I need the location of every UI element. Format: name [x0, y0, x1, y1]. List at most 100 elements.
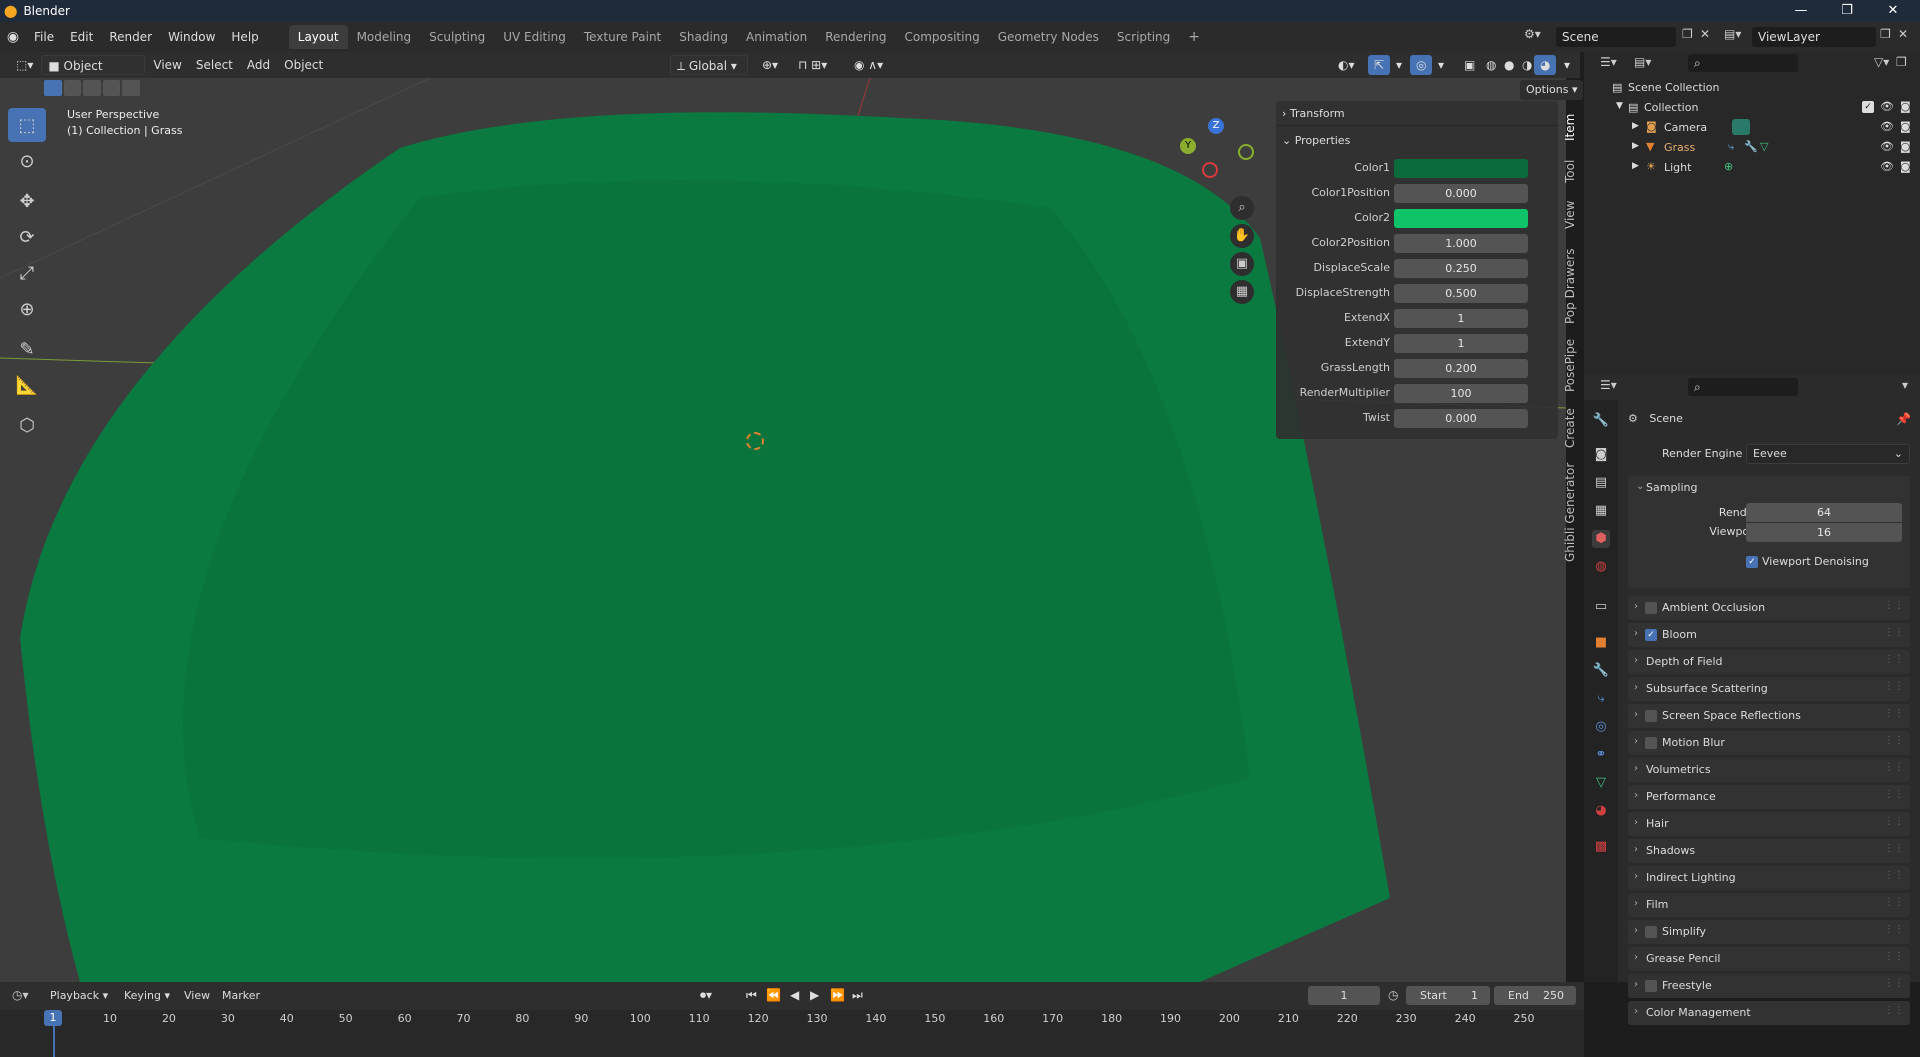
modifier-tab-icon[interactable]: 🔧	[1592, 662, 1610, 680]
expand-arrow-icon[interactable]: ▶	[1632, 161, 1639, 171]
3d-cursor-icon[interactable]	[746, 432, 764, 450]
collapse-arrow-icon[interactable]: ▼	[1616, 101, 1623, 111]
drag-handle-icon[interactable]: ⋮⋮	[1884, 978, 1904, 989]
select-menu[interactable]: Select	[190, 55, 239, 75]
render-tab-icon[interactable]: ◙	[1592, 446, 1610, 464]
restore-button[interactable]: ❐	[1824, 0, 1870, 22]
tab-sculpting[interactable]: Sculpting	[420, 25, 494, 49]
pivot-point-icon[interactable]: ⊕▾	[756, 55, 784, 75]
outliner-row-light[interactable]: ▶ ☀ Light ⊕ 👁 ◙	[1584, 158, 1920, 178]
rotate-tool-icon[interactable]: ⟳	[8, 220, 46, 254]
blender-menu-icon[interactable]: ◉	[0, 29, 26, 45]
scene-selector-icon[interactable]: ⚙▾	[1524, 27, 1541, 41]
start-frame-field[interactable]: Start 1	[1406, 986, 1490, 1005]
gizmo-x-icon[interactable]	[1202, 162, 1218, 178]
zoom-icon[interactable]: ⌕	[1230, 196, 1254, 220]
annotate-tool-icon[interactable]: ✎	[8, 332, 46, 366]
expand-arrow-icon[interactable]: ›	[1634, 709, 1638, 720]
playhead[interactable]: 1	[44, 1010, 62, 1026]
sidebar-tab-pop-drawers[interactable]: Pop Drawers	[1563, 246, 1581, 326]
new-viewlayer-icon[interactable]: ❐	[1880, 27, 1891, 41]
add-menu[interactable]: Add	[241, 55, 276, 75]
render-section-panel[interactable]: › Indirect Lighting ⋮⋮	[1628, 866, 1910, 890]
play-reverse-icon[interactable]: ◀	[790, 988, 799, 1002]
gizmo-y-icon[interactable]: Y	[1180, 138, 1196, 154]
drag-handle-icon[interactable]: ⋮⋮	[1884, 951, 1904, 962]
outliner-editor-type-icon[interactable]: ☰▾	[1600, 55, 1617, 69]
prev-keyframe-icon[interactable]: ⏪	[766, 988, 781, 1002]
drag-handle-icon[interactable]: ⋮⋮	[1884, 924, 1904, 935]
render-section-panel[interactable]: › Shadows ⋮⋮	[1628, 839, 1910, 863]
constraints-tab-icon[interactable]: ⚭	[1592, 746, 1610, 764]
render-camera-icon[interactable]: ◙	[1900, 100, 1911, 113]
visibility-eye-icon[interactable]: 👁	[1880, 120, 1894, 133]
gizmo-z-icon[interactable]: Z	[1208, 118, 1224, 134]
delete-scene-icon[interactable]: ✕	[1700, 27, 1710, 41]
outliner-display-mode-icon[interactable]: ▤▾	[1634, 55, 1651, 69]
outliner-search-input[interactable]: ⌕	[1688, 54, 1798, 72]
overlays-toggle-icon[interactable]: ◎	[1410, 55, 1433, 75]
mode-dropdown[interactable]: ■ Object Mode ▾	[41, 55, 146, 93]
tab-shading[interactable]: Shading	[670, 25, 737, 49]
section-enable-checkbox[interactable]	[1645, 737, 1657, 749]
render-section-panel[interactable]: › Depth of Field ⋮⋮	[1628, 650, 1910, 674]
delete-viewlayer-icon[interactable]: ✕	[1898, 27, 1908, 41]
pan-hand-icon[interactable]: ✋	[1230, 224, 1254, 248]
sidebar-tab-item[interactable]: Item	[1563, 110, 1581, 144]
move-tool-icon[interactable]: ✥	[8, 184, 46, 218]
tab-layout[interactable]: Layout	[288, 25, 348, 49]
expand-arrow-icon[interactable]: ›	[1634, 790, 1638, 801]
tab-animation[interactable]: Animation	[737, 25, 816, 49]
section-enable-checkbox[interactable]	[1645, 710, 1657, 722]
expand-arrow-icon[interactable]: ›	[1634, 898, 1638, 909]
measure-tool-icon[interactable]: 📐	[8, 368, 46, 402]
property-value-field[interactable]: 1	[1394, 334, 1528, 353]
properties-search-input[interactable]: ⌕	[1688, 378, 1798, 396]
particle-icon[interactable]: ⤷	[1728, 140, 1734, 154]
close-window-button[interactable]: ✕	[1870, 0, 1916, 22]
drag-handle-icon[interactable]: ⋮⋮	[1884, 1005, 1904, 1016]
drag-handle-icon[interactable]: ⋮⋮	[1884, 735, 1904, 746]
scene-tab-icon[interactable]: ⬢	[1592, 530, 1610, 548]
playback-menu[interactable]: Playback ▾	[50, 989, 108, 1002]
property-value-field[interactable]: 0.500	[1394, 284, 1528, 303]
shading-dropdown-icon[interactable]: ▾	[1558, 55, 1576, 75]
render-samples-field[interactable]: 64	[1746, 503, 1902, 522]
expand-arrow-icon[interactable]: ›	[1634, 979, 1638, 990]
expand-arrow-icon[interactable]: ›	[1634, 925, 1638, 936]
marker-menu[interactable]: Marker	[222, 989, 260, 1002]
sidebar-tab-view[interactable]: View	[1563, 196, 1581, 234]
transform-tool-icon[interactable]: ⊕	[8, 292, 46, 326]
drag-handle-icon[interactable]: ⋮⋮	[1884, 627, 1904, 638]
overlays-dropdown-icon[interactable]: ▾	[1432, 55, 1450, 75]
viewlayer-field[interactable]: ViewLayer	[1752, 27, 1876, 47]
scene-field[interactable]: Scene	[1556, 27, 1676, 47]
render-section-panel[interactable]: › Color Management ⋮⋮	[1628, 1001, 1910, 1025]
outliner-row-collection[interactable]: ▼ ▤ Collection ✓ 👁 ◙	[1584, 98, 1920, 118]
expand-arrow-icon[interactable]: ›	[1634, 952, 1638, 963]
render-section-panel[interactable]: › Hair ⋮⋮	[1628, 812, 1910, 836]
outliner-row-scene-collection[interactable]: ▤ Scene Collection	[1584, 78, 1920, 98]
expand-arrow-icon[interactable]: ›	[1634, 1006, 1638, 1017]
property-value-field[interactable]: 1.000	[1394, 234, 1528, 253]
shading-rendered-icon[interactable]: ◕	[1534, 55, 1557, 75]
particles-tab-icon[interactable]: ⤷	[1592, 690, 1610, 708]
tab-uv-editing[interactable]: UV Editing	[494, 25, 575, 49]
light-data-icon[interactable]: ⊕	[1724, 160, 1733, 173]
menu-window[interactable]: Window	[160, 26, 223, 48]
proportional-edit-icon[interactable]: ◉ ∧▾	[848, 55, 889, 75]
data-tab-icon[interactable]: ▽	[1592, 774, 1610, 792]
options-button[interactable]: Options ▾	[1520, 80, 1584, 100]
drag-handle-icon[interactable]: ⋮⋮	[1884, 897, 1904, 908]
expand-arrow-icon[interactable]: ›	[1634, 628, 1638, 639]
menu-edit[interactable]: Edit	[62, 26, 101, 48]
clock-icon[interactable]: ◷	[1388, 988, 1398, 1002]
visibility-icon[interactable]: ◐▾	[1332, 55, 1361, 75]
viewport-samples-field[interactable]: 16	[1746, 523, 1902, 542]
expand-arrow-icon[interactable]: ›	[1634, 655, 1638, 666]
output-tab-icon[interactable]: ▤	[1592, 474, 1610, 492]
expand-arrow-icon[interactable]: ›	[1634, 682, 1638, 693]
select-new-icon[interactable]	[44, 80, 62, 96]
add-workspace-button[interactable]: +	[1179, 25, 1209, 49]
expand-arrow-icon[interactable]: ›	[1634, 601, 1638, 612]
